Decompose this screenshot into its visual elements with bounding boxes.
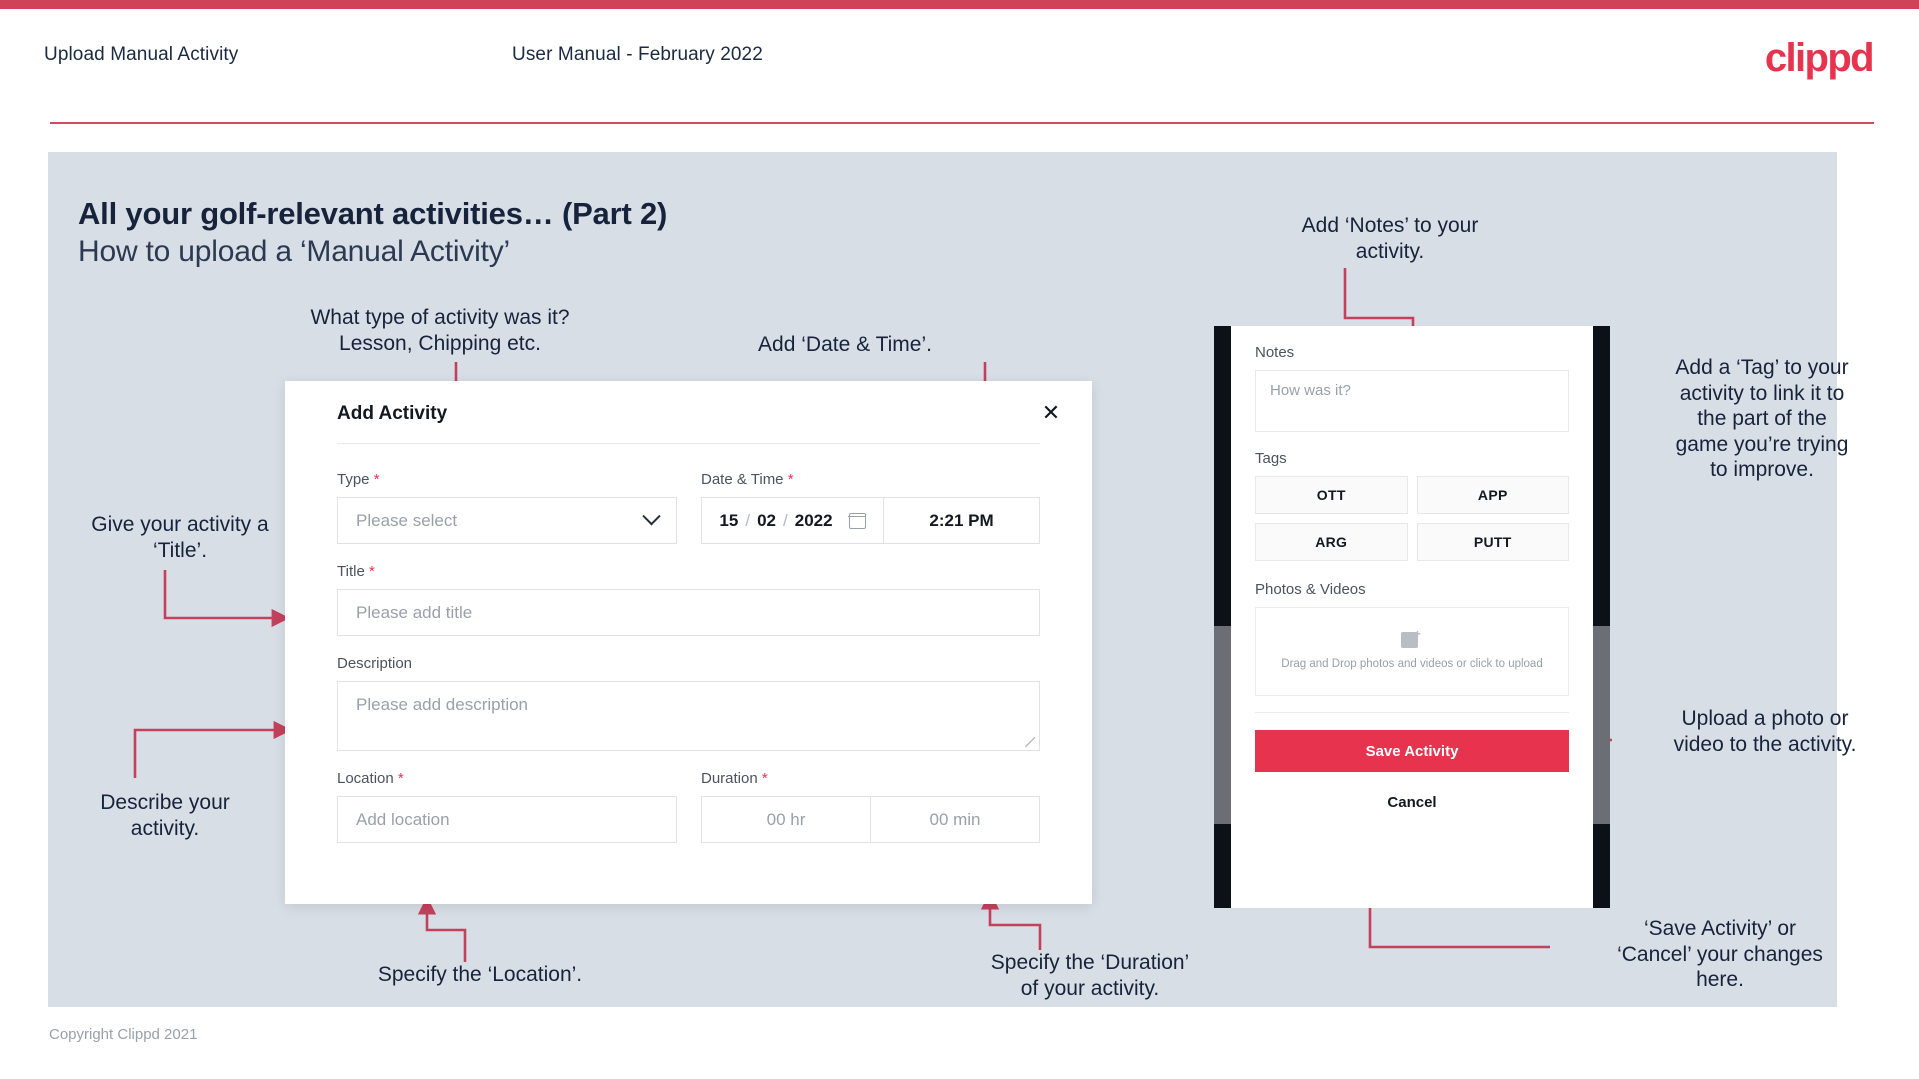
mobile-divider (1255, 712, 1569, 713)
annotation-notes: Add ‘Notes’ to your activity. (1301, 214, 1479, 263)
dialog-divider (337, 443, 1040, 444)
phone-bezel-right-grey-2 (1593, 626, 1610, 824)
annotation-description: Describe your activity. (100, 791, 230, 840)
duration-label-text: Duration (701, 770, 758, 787)
header-title: Upload Manual Activity (44, 44, 239, 65)
cancel-button[interactable]: Cancel (1231, 794, 1593, 811)
tags-label: Tags (1255, 450, 1287, 467)
date-input[interactable]: 15 / 02 / 2022 (702, 498, 883, 543)
footer-copyright: Copyright Clippd 2021 (49, 1026, 198, 1043)
field-type: Type * Please select (337, 471, 677, 544)
duration-label: Duration * (701, 770, 1040, 787)
title-label: Title * (337, 563, 1040, 580)
duration-minutes-placeholder: 00 min (929, 809, 981, 829)
tag-button-arg[interactable]: ARG (1255, 523, 1408, 561)
photos-videos-label: Photos & Videos (1255, 581, 1366, 598)
field-title: Title * Please add title (337, 563, 1040, 636)
mobile-screen: Notes How was it? Tags OTT APP ARG PUTT … (1231, 326, 1593, 908)
annotation-location: Specify the ‘Location’. (377, 963, 583, 986)
date-day: 15 (719, 510, 739, 530)
slide-root: Upload Manual Activity User Manual - Feb… (0, 0, 1919, 1079)
notes-placeholder: How was it? (1270, 382, 1351, 399)
photo-dropzone[interactable]: + Drag and Drop photos and videos or cli… (1255, 607, 1569, 696)
datetime-label-text: Date & Time (701, 471, 784, 488)
top-accent-bar (0, 0, 1919, 9)
calendar-icon[interactable] (847, 512, 867, 529)
type-select[interactable]: Please select (337, 497, 677, 544)
annotation-duration: Specify the ‘Duration’ of your activity. (990, 951, 1190, 1000)
dialog-header: Add Activity ✕ (285, 381, 1092, 443)
annotation-type: What type of activity was it? Lesson, Ch… (310, 306, 570, 355)
resize-handle-icon[interactable] (1025, 737, 1035, 747)
slide-subtitle: How to upload a ‘Manual Activity’ (78, 235, 510, 268)
dialog-title: Add Activity (337, 403, 448, 424)
annotation-title: Give your activity a ‘Title’. (91, 513, 269, 562)
field-location: Location * Add location (337, 770, 677, 843)
date-sep-2: / (783, 510, 788, 530)
type-label: Type * (337, 471, 677, 488)
type-required-mark: * (373, 471, 380, 488)
date-sep-1: / (745, 510, 751, 530)
notes-label: Notes (1255, 344, 1295, 361)
header-subtitle: User Manual - February 2022 (512, 44, 763, 65)
type-select-value: Please select (356, 510, 458, 530)
mobile-preview-frame: Notes How was it? Tags OTT APP ARG PUTT … (1214, 326, 1610, 908)
datetime-required-mark: * (787, 471, 794, 488)
annotation-save-cancel: ‘Save Activity’ or ‘Cancel’ your changes… (1617, 917, 1823, 992)
field-duration: Duration * 00 hr 00 min (701, 770, 1040, 843)
annotation-tags: Add a ‘Tag’ to your activity to link it … (1675, 356, 1849, 482)
time-value: 2:21 PM (929, 510, 994, 530)
duration-control: 00 hr 00 min (701, 796, 1040, 843)
add-image-icon: + (1401, 628, 1423, 649)
title-input[interactable]: Please add title (337, 589, 1040, 636)
annotation-photos: Upload a photo or video to the activity. (1673, 707, 1857, 756)
dropzone-text: Drag and Drop photos and videos or click… (1281, 658, 1543, 671)
chevron-down-icon (642, 507, 661, 526)
tag-button-ott[interactable]: OTT (1255, 476, 1408, 514)
location-label-text: Location (337, 770, 394, 787)
title-placeholder: Please add title (356, 602, 473, 622)
location-input[interactable]: Add location (337, 796, 677, 843)
activity-form: Type * Please select Date & Time * 15 / … (337, 471, 1040, 843)
duration-minutes-input[interactable]: 00 min (870, 797, 1039, 842)
location-placeholder: Add location (356, 809, 450, 829)
title-label-text: Title (337, 563, 365, 580)
field-description: Description Please add description (337, 655, 1040, 751)
datetime-control: 15 / 02 / 2022 2:21 PM (701, 497, 1040, 544)
duration-required-mark: * (761, 770, 768, 787)
clippd-logo: clippd (1764, 36, 1875, 80)
datetime-label: Date & Time * (701, 471, 1040, 488)
title-required-mark: * (368, 563, 375, 580)
description-textarea[interactable]: Please add description (337, 681, 1040, 751)
time-input[interactable]: 2:21 PM (883, 498, 1039, 543)
type-label-text: Type (337, 471, 370, 488)
annotation-datetime: Add ‘Date & Time’. (758, 333, 932, 356)
close-icon[interactable]: ✕ (1036, 398, 1066, 428)
description-placeholder: Please add description (356, 695, 529, 714)
date-year: 2022 (794, 510, 833, 530)
slide-title: All your golf-relevant activities… (Part… (78, 196, 668, 231)
date-month: 02 (757, 510, 776, 530)
field-datetime: Date & Time * 15 / 02 / 2022 2:21 PM (701, 471, 1040, 544)
phone-bezel-left-grey (1214, 626, 1231, 824)
location-label: Location * (337, 770, 677, 787)
mobile-content: Notes How was it? Tags OTT APP ARG PUTT … (1231, 326, 1593, 696)
add-activity-dialog: Add Activity ✕ Type * Please select Date… (285, 381, 1092, 904)
header-divider (50, 122, 1874, 124)
row-location-duration: Location * Add location Duration * 00 hr (337, 770, 1040, 843)
tag-button-putt[interactable]: PUTT (1416, 523, 1569, 561)
save-activity-button[interactable]: Save Activity (1255, 730, 1569, 772)
duration-hours-placeholder: 00 hr (766, 809, 806, 829)
row-type-datetime: Type * Please select Date & Time * 15 / … (337, 471, 1040, 544)
duration-hours-input[interactable]: 00 hr (702, 797, 870, 842)
location-required-mark: * (397, 770, 404, 787)
tag-button-app[interactable]: APP (1416, 476, 1569, 514)
notes-input[interactable]: How was it? (1255, 370, 1569, 432)
description-label: Description (337, 655, 413, 672)
tags-grid: OTT APP ARG PUTT (1255, 476, 1569, 561)
